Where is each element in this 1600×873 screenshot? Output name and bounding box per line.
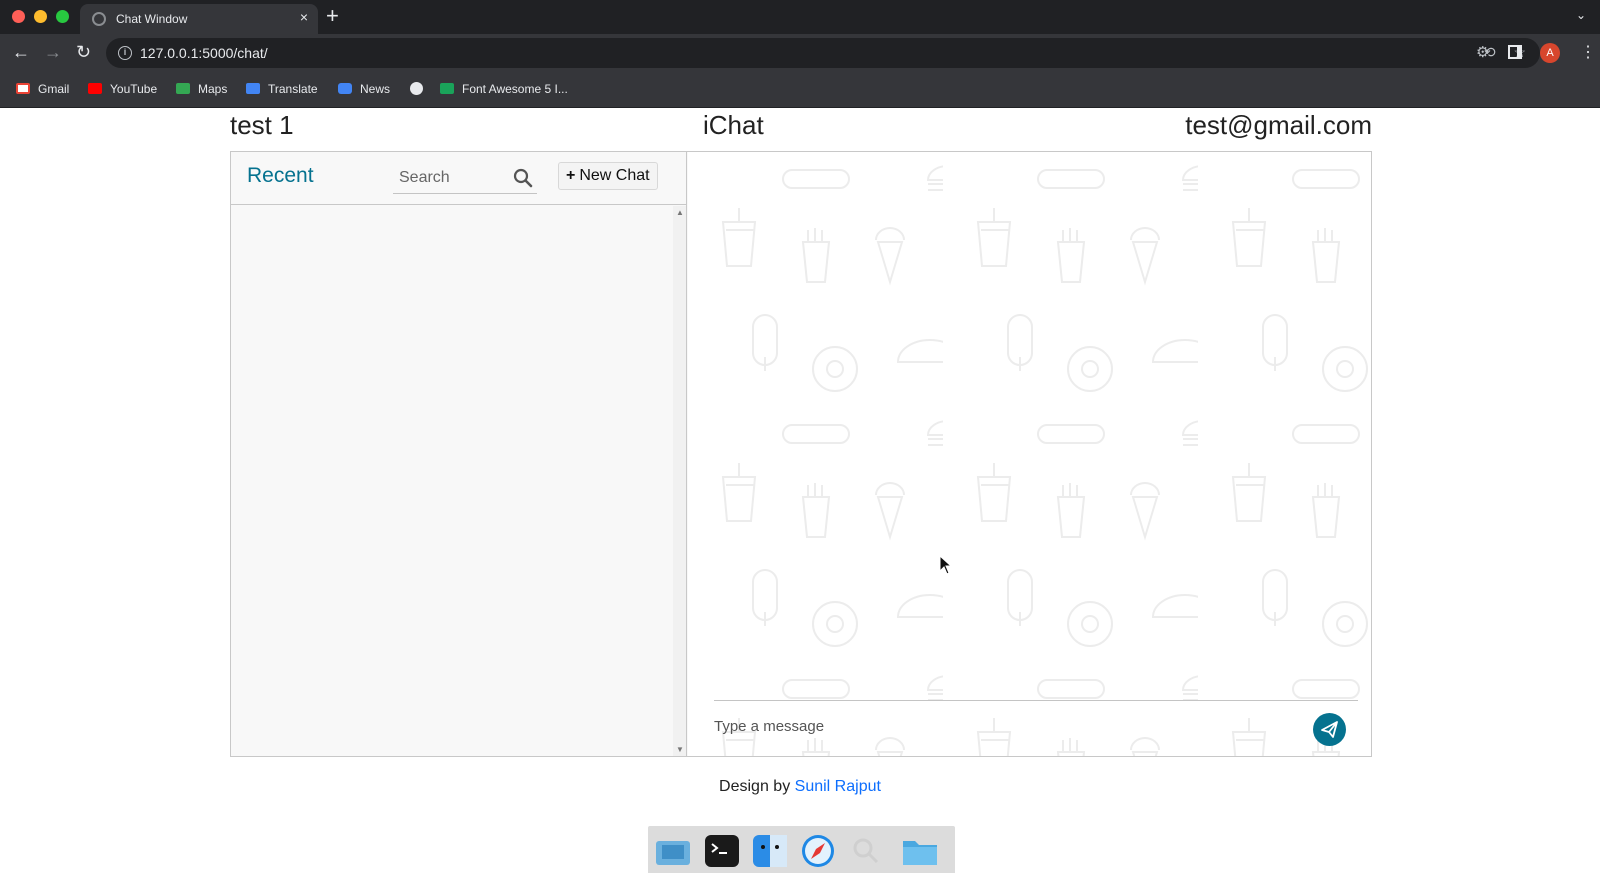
header-email: test@gmail.com [1185,110,1372,140]
search-app-icon[interactable] [847,833,885,869]
maps-icon [176,83,190,94]
header-username: test 1 [230,110,294,140]
tab-search-icon[interactable]: ⌄ [1576,8,1586,22]
bookmark-label: Translate [268,82,318,96]
browser-toolbar: ← → ↻ i 127.0.0.1:5000/chat/ ⟲ ☆ ⚙ A ⋮ [0,34,1600,72]
globe-icon [410,82,423,95]
sidebar-header: Recent +New Chat [231,152,686,205]
address-bar[interactable]: i 127.0.0.1:5000/chat/ ⟲ ☆ [106,38,1540,68]
browser-menu-icon[interactable]: ⋮ [1580,42,1596,62]
extensions-puzzle-icon[interactable]: ⚙ [1476,43,1489,61]
gmail-icon [16,83,30,94]
files-app-icon[interactable] [654,833,692,869]
site-info-icon[interactable]: i [118,46,132,60]
header-app-name: iChat [703,110,764,140]
author-link[interactable]: Sunil Rajput [795,778,881,795]
bookmark-label: YouTube [110,82,158,96]
new-chat-label: New Chat [579,167,650,184]
page-footer: Design by Sunil Rajput [0,778,1600,796]
globe-icon [92,12,106,26]
bookmarks-bar: Gmail YouTube Maps Translate News Font A… [0,72,1600,108]
recent-sidebar: Recent +New Chat ▲ ▼ [231,152,687,756]
scroll-up-arrow-icon[interactable]: ▲ [676,208,684,217]
font-awesome-icon [440,83,454,94]
bookmark-gmail[interactable]: Gmail [16,82,69,96]
new-tab-button[interactable]: + [326,4,339,28]
message-input[interactable] [714,713,1284,739]
bookmark-globe[interactable] [410,82,431,97]
url-text: 127.0.0.1:5000/chat/ [140,45,268,61]
profile-avatar[interactable]: A [1540,43,1560,63]
chat-app: Recent +New Chat ▲ ▼ [230,151,1372,757]
translate-icon [246,83,260,94]
back-arrow-icon[interactable]: ← [12,41,30,63]
tab-title: Chat Window [116,12,188,26]
news-icon [338,83,352,94]
bookmark-label: Font Awesome 5 I... [462,82,568,96]
reload-icon[interactable]: ↻ [76,41,91,63]
side-panel-icon[interactable] [1508,45,1522,59]
bookmark-label: Maps [198,82,228,96]
terminal-app-icon[interactable] [703,833,741,869]
bookmark-maps[interactable]: Maps [176,82,227,96]
bookmark-youtube[interactable]: YouTube [88,82,157,96]
safari-app-icon[interactable] [799,833,837,869]
mouse-cursor-icon [939,555,953,575]
bookmark-font-awesome[interactable]: Font Awesome 5 I... [440,82,568,96]
recent-heading: Recent [247,164,314,187]
folder-app-icon[interactable] [901,833,939,869]
window-maximize-button[interactable] [56,10,69,23]
scroll-down-arrow-icon[interactable]: ▼ [676,745,684,754]
forward-arrow-icon[interactable]: → [44,41,62,63]
youtube-icon [88,83,102,94]
os-dock [648,826,955,873]
search-box [393,162,537,194]
chat-list [231,206,673,756]
chat-list-scrollbar[interactable]: ▲ ▼ [673,206,686,756]
finder-app-icon[interactable] [751,833,789,869]
paper-plane-icon [1321,721,1338,738]
browser-tab[interactable]: Chat Window × [80,4,318,34]
plus-icon: + [566,167,576,184]
window-close-button[interactable] [12,10,25,23]
bookmark-translate[interactable]: Translate [246,82,318,96]
send-button[interactable] [1313,713,1346,746]
search-input[interactable] [393,166,507,190]
browser-tab-bar: Chat Window × + ⌄ [0,0,1600,34]
footer-prefix: Design by [719,778,791,795]
search-icon[interactable] [513,168,533,188]
bookmark-label: Gmail [38,82,70,96]
message-composer [714,700,1358,756]
conversation-panel [688,152,1371,756]
new-chat-button[interactable]: + New Chat [558,162,658,190]
tab-close-icon[interactable]: × [300,9,308,25]
message-area [688,152,1371,700]
bookmark-news[interactable]: News [338,82,390,96]
window-minimize-button[interactable] [34,10,47,23]
bookmark-label: News [360,82,391,96]
